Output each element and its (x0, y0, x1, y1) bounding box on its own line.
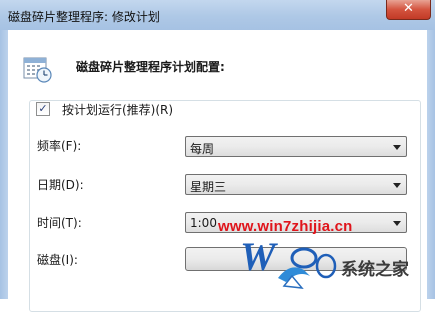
window-frame-right (427, 30, 435, 299)
disk-label: 磁盘(I): (37, 253, 78, 267)
window-title: 磁盘碎片整理程序: 修改计划 (8, 10, 160, 24)
schedule-groupbox (29, 100, 421, 312)
dropdown-arrow-icon (393, 145, 401, 150)
svg-text:W: W (240, 236, 278, 279)
frequency-select[interactable]: 每周 (185, 136, 407, 157)
frequency-value: 每周 (190, 142, 215, 156)
dialog-heading: 磁盘碎片整理程序计划配置: (76, 60, 225, 74)
calendar-clock-icon (23, 57, 52, 83)
run-on-schedule-checkbox[interactable]: ✓ (36, 102, 50, 116)
watermark-url: www.win7zhijia.cn (218, 218, 353, 235)
time-value: 1:00 (190, 216, 217, 230)
dropdown-arrow-icon (393, 221, 401, 226)
day-select[interactable]: 星期三 (185, 174, 407, 195)
window-frame-left (0, 30, 8, 299)
time-label: 时间(T): (37, 216, 82, 230)
close-icon: ✕ (403, 1, 414, 16)
day-value: 星期三 (190, 180, 227, 194)
checkmark-icon: ✓ (38, 102, 48, 115)
title-bar: 磁盘碎片整理程序: 修改计划 ✕ (0, 0, 435, 31)
close-button[interactable]: ✕ (386, 0, 431, 20)
frequency-label: 频率(F): (37, 139, 82, 153)
dropdown-arrow-icon (393, 183, 401, 188)
day-label: 日期(D): (37, 178, 84, 192)
run-on-schedule-label[interactable]: 按计划运行(推荐)(R) (60, 101, 176, 118)
site-logo-icon: W (240, 236, 337, 289)
watermark-brand: 系统之家 (341, 260, 409, 280)
